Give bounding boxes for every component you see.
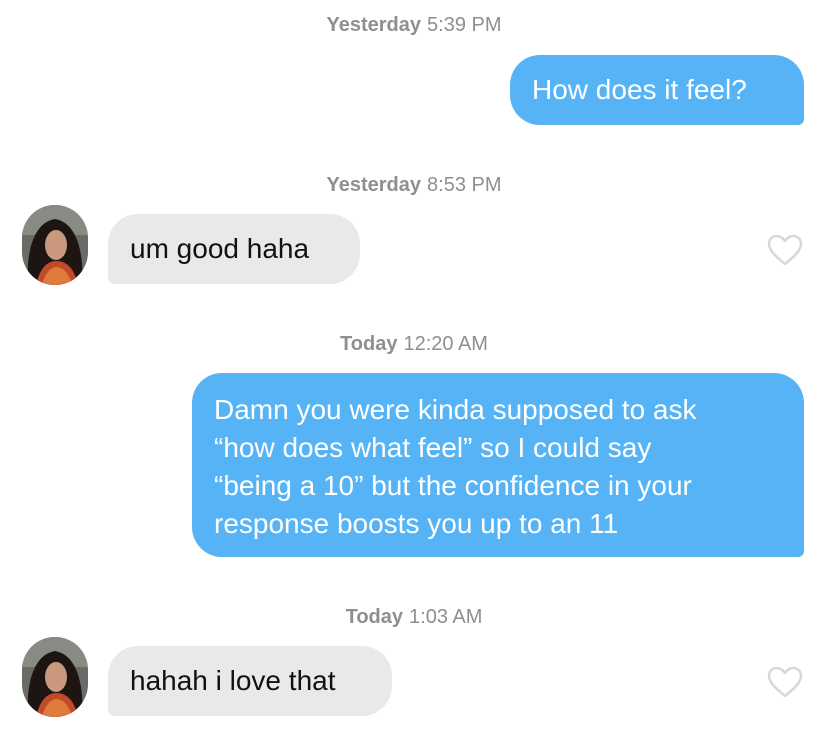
sent-message-bubble[interactable]: How does it feel? bbox=[510, 55, 804, 125]
heart-outline-icon[interactable] bbox=[766, 233, 804, 267]
timestamp-day: Today bbox=[345, 606, 404, 628]
message-text: um good haha bbox=[130, 233, 310, 264]
timestamp: Yesterday 8:53 PM bbox=[0, 174, 828, 197]
timestamp: Today 12:20 AM bbox=[0, 333, 828, 356]
message-line: response boosts you up to an 11 bbox=[214, 508, 619, 539]
received-message-bubble[interactable]: hahah i love that bbox=[108, 646, 392, 716]
timestamp-day: Yesterday bbox=[326, 14, 422, 36]
message-text: How does it feel? bbox=[532, 74, 747, 105]
timestamp: Today 1:03 AM bbox=[0, 606, 828, 629]
heart-outline-icon[interactable] bbox=[766, 665, 804, 699]
timestamp-time: 5:39 PM bbox=[427, 14, 502, 36]
message-line: Damn you were kinda supposed to ask bbox=[214, 394, 697, 425]
timestamp-time: 12:20 AM bbox=[403, 333, 488, 355]
message-line: “being a 10” but the confidence in your bbox=[214, 470, 692, 501]
message-text: hahah i love that bbox=[130, 665, 336, 696]
avatar[interactable] bbox=[22, 637, 88, 717]
sent-message-bubble[interactable]: Damn you were kinda supposed to ask “how… bbox=[192, 373, 804, 557]
avatar-photo bbox=[22, 205, 88, 285]
timestamp-day: Today bbox=[340, 333, 398, 355]
timestamp-time: 1:03 AM bbox=[409, 606, 483, 628]
timestamp: Yesterday 5:39 PM bbox=[0, 14, 828, 37]
message-line: “how does what feel” so I could say bbox=[214, 432, 652, 463]
timestamp-day: Yesterday bbox=[326, 174, 422, 196]
avatar-photo bbox=[22, 637, 88, 717]
received-message-bubble[interactable]: um good haha bbox=[108, 214, 360, 284]
timestamp-time: 8:53 PM bbox=[427, 174, 502, 196]
avatar[interactable] bbox=[22, 205, 88, 285]
